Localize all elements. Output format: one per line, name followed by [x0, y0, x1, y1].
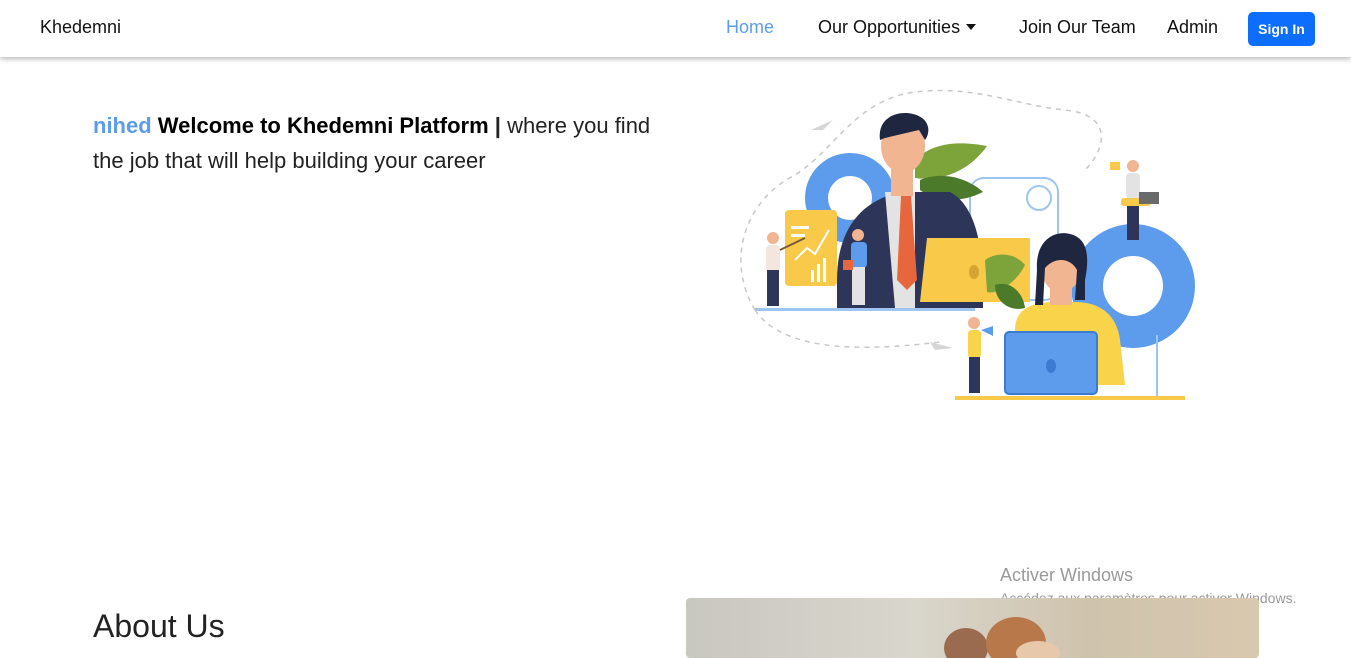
- nav-link-opportunities[interactable]: Our Opportunities: [818, 17, 977, 38]
- about-us-photo: [944, 617, 1060, 658]
- windows-activation-title: Activer Windows: [1000, 565, 1134, 585]
- navbar: Khedemni Home Our Opportunities Join Our…: [0, 0, 1351, 57]
- nav-link-opportunities-label: Our Opportunities: [818, 17, 961, 37]
- nav-link-home[interactable]: Home: [726, 17, 774, 38]
- about-us-image: [686, 598, 1259, 658]
- hero-separator: |: [494, 113, 501, 138]
- hero-username: nihed: [93, 113, 152, 138]
- sign-in-button[interactable]: Sign In: [1248, 12, 1315, 46]
- nav-link-join-team[interactable]: Join Our Team: [1019, 17, 1136, 38]
- hero-welcome-text: nihed Welcome to Khedemni Platform | whe…: [93, 108, 653, 178]
- hero-illustration: [740, 89, 1195, 400]
- caret-down-icon: [966, 24, 977, 30]
- hero-welcome-heading: Welcome to Khedemni Platform: [157, 113, 489, 138]
- nav-link-admin[interactable]: Admin: [1167, 17, 1218, 38]
- brand-logo[interactable]: Khedemni: [40, 17, 121, 38]
- about-us-heading: About Us: [93, 608, 225, 644]
